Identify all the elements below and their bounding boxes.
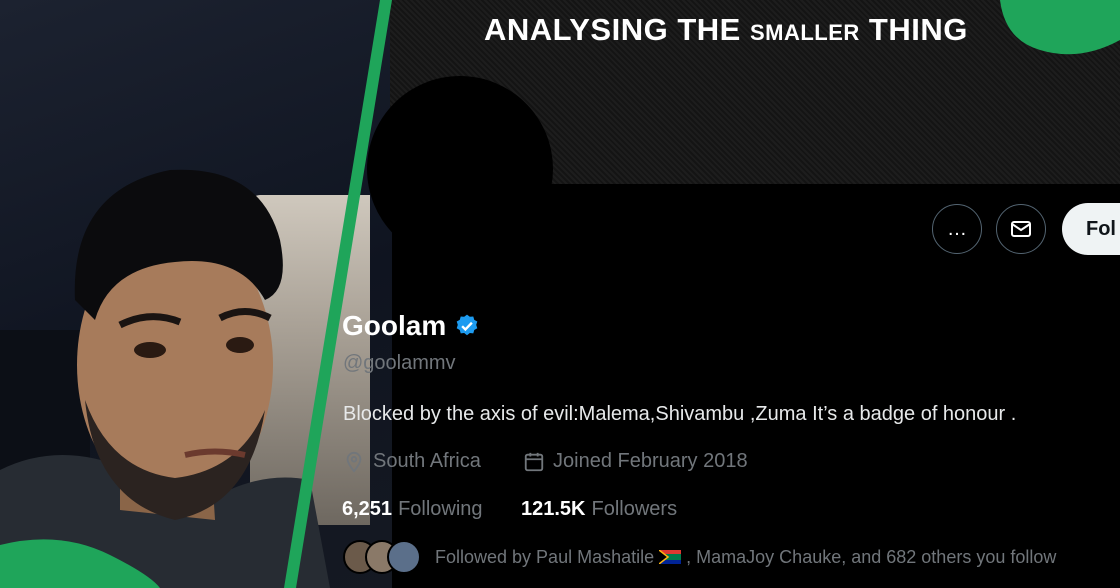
follower-avatar [387, 540, 421, 574]
join-date: Joined February 2018 [523, 450, 748, 473]
more-options-button[interactable]: … [932, 204, 982, 254]
followed-by[interactable]: Followed by Paul Mashatile , MamaJoy Cha… [343, 540, 1056, 574]
follower-avatars [343, 540, 421, 574]
followed-by-text-end: , MamaJoy Chauke, and 682 others you fol… [686, 546, 1057, 567]
more-icon: … [947, 217, 967, 240]
photo-panel [0, 0, 392, 588]
banner-title: ANALYSING THE SMALLER THING [484, 12, 968, 47]
followers-count: 121.5K [521, 498, 586, 520]
corner-blob [1000, 0, 1120, 55]
south-africa-flag-icon [659, 549, 682, 564]
location-text: South Africa [373, 450, 481, 472]
follow-button[interactable]: Fol [1062, 203, 1120, 255]
profile-avatar[interactable] [367, 76, 553, 262]
mail-icon [1011, 221, 1031, 237]
followers-label: Followers [591, 498, 678, 520]
following-link[interactable]: 6,251 Following [342, 498, 483, 521]
followers-link[interactable]: 121.5K Followers [521, 498, 677, 521]
profile-name-text: Goolam [342, 310, 447, 341]
profile-name: Goolam [342, 310, 480, 342]
follow-button-label: Fol [1086, 217, 1116, 240]
location-pin-icon [346, 451, 362, 473]
join-date-text: Joined February 2018 [553, 450, 748, 472]
person-photo [0, 169, 330, 588]
profile-handle: @goolammv [343, 352, 456, 374]
profile-bio: Blocked by the axis of evil:Malema,Shiva… [343, 403, 1017, 425]
following-label: Following [398, 498, 483, 520]
verified-badge-icon [456, 314, 478, 336]
message-button[interactable] [996, 204, 1046, 254]
following-count: 6,251 [342, 498, 393, 520]
calendar-icon [524, 452, 544, 471]
followed-by-text: Followed by Paul Mashatile [435, 546, 655, 567]
location: South Africa [343, 450, 481, 473]
